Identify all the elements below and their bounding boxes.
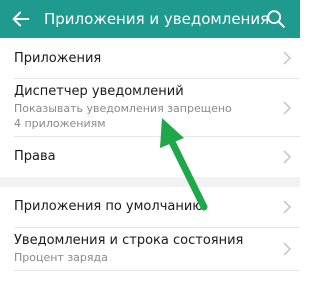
item-title: Приложения по умолчанию [14, 199, 204, 214]
list-item-default-apps[interactable]: Приложения по умолчанию [0, 187, 300, 227]
item-subtitle: Показывать уведомления запрещено [14, 102, 232, 115]
chevron-right-icon [283, 51, 292, 65]
item-title: Права [14, 149, 56, 164]
chevron-right-icon [283, 242, 292, 256]
chevron-right-icon [283, 101, 292, 115]
item-subtitle: Процент заряда [14, 251, 108, 264]
divider [14, 270, 300, 271]
arrow-back-icon[interactable] [10, 8, 32, 30]
item-title: Приложения [14, 51, 102, 66]
list-item-permissions[interactable]: Права [0, 137, 300, 177]
search-icon[interactable] [265, 8, 287, 30]
item-title: Уведомления и строка состояния [14, 233, 244, 248]
list-item-notifications-status-bar[interactable]: Уведомления и строка состояния Процент з… [0, 228, 300, 270]
chevron-right-icon [283, 200, 292, 214]
chevron-right-icon [283, 150, 292, 164]
item-title: Диспетчер уведомлений [14, 84, 184, 99]
list-item-notification-manager[interactable]: Диспетчер уведомлений Показывать уведомл… [0, 79, 300, 136]
page-title: Приложения и уведомления [44, 10, 270, 28]
list-item-apps[interactable]: Приложения [0, 38, 300, 78]
app-bar: Приложения и уведомления [0, 0, 300, 38]
item-subtitle: 4 приложениям [14, 117, 106, 130]
section-gap [0, 177, 300, 187]
